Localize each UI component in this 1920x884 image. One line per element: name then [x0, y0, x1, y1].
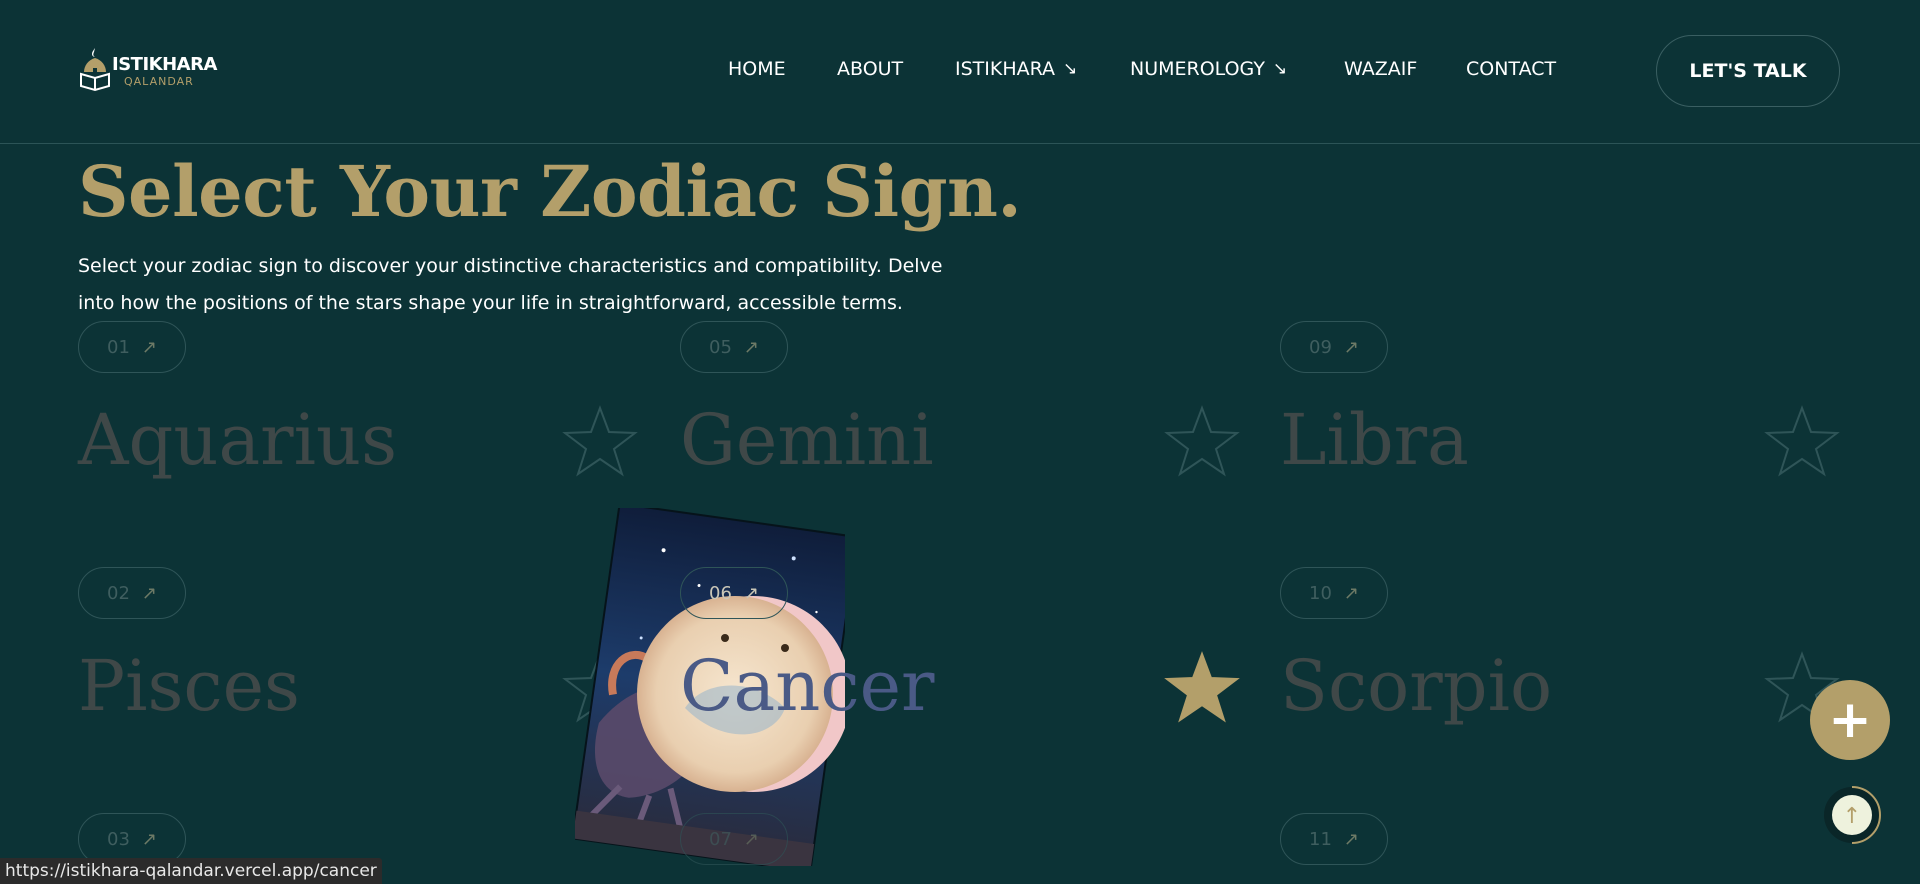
arrow-down-right-icon: ↘ [1063, 59, 1078, 79]
nav-label: WAZAIF [1344, 58, 1418, 80]
page-description: Select your zodiac sign to discover your… [78, 255, 943, 314]
star-filled-icon [1164, 651, 1240, 723]
sign-number-pill[interactable]: 11 ↗ [1280, 813, 1388, 865]
arrow-up-icon: ↑ [1843, 804, 1861, 829]
arrow-up-right-icon: ↗ [1343, 336, 1359, 358]
add-button[interactable]: + [1810, 680, 1890, 760]
nav-label: HOME [728, 58, 786, 80]
star-icon [1764, 405, 1840, 477]
sign-number: 10 [1309, 582, 1332, 604]
nav-contact[interactable]: CONTACT [1466, 58, 1556, 80]
sign-number-pill[interactable]: 05 ↗ [680, 321, 788, 373]
sign-number-pill[interactable]: 07 ↗ [680, 813, 788, 865]
brand-logo[interactable]: ISTIKHARA QALANDAR [78, 46, 217, 92]
sign-name: Aquarius [78, 399, 398, 481]
sign-number-pill[interactable]: 01 ↗ [78, 321, 186, 373]
arrow-up-right-icon: ↗ [1343, 582, 1359, 604]
nav-istikhara[interactable]: ISTIKHARA ↘ [955, 58, 1077, 80]
sign-card-libra[interactable]: 09 ↗ Libra [1280, 321, 1840, 521]
star-icon [562, 405, 638, 477]
sign-number: 05 [709, 336, 732, 358]
sign-card-gemini[interactable]: 05 ↗ Gemini [680, 321, 1240, 521]
lets-talk-button[interactable]: LET'S TALK [1656, 35, 1840, 107]
nav-numerology[interactable]: NUMEROLOGY ↘ [1130, 58, 1287, 80]
sign-card-scorpio[interactable]: 10 ↗ Scorpio [1280, 567, 1840, 767]
nav-label: ABOUT [837, 58, 904, 80]
sign-name: Gemini [680, 399, 934, 481]
sign-card-07[interactable]: 07 ↗ [680, 813, 1240, 865]
sign-number: 01 [107, 336, 130, 358]
sign-number: 03 [107, 828, 130, 850]
arrow-up-right-icon: ↗ [141, 336, 157, 358]
sign-number-pill[interactable]: 10 ↗ [1280, 567, 1388, 619]
sign-name: Scorpio [1280, 645, 1553, 727]
link-status-bar: https://istikhara-qalandar.vercel.app/ca… [0, 858, 382, 884]
sign-number-pill[interactable]: 06 ↗ [680, 567, 788, 619]
arrow-up-right-icon: ↗ [1343, 828, 1359, 850]
sign-number-pill[interactable]: 02 ↗ [78, 567, 186, 619]
page-title: Select Your Zodiac Sign. [78, 150, 1022, 233]
sign-card-cancer[interactable]: 06 ↗ Cancer [680, 567, 1240, 767]
arrow-up-right-icon: ↗ [141, 828, 157, 850]
arrow-down-right-icon: ↘ [1272, 59, 1288, 79]
sign-card-aquarius[interactable]: 01 ↗ Aquarius [78, 321, 638, 521]
nav-about[interactable]: ABOUT [837, 58, 903, 80]
brand-name: ISTIKHARA [112, 54, 217, 75]
sign-number: 07 [709, 828, 732, 850]
star-icon [1164, 405, 1240, 477]
sign-card-11[interactable]: 11 ↗ [1280, 813, 1840, 865]
sign-name: Libra [1280, 399, 1469, 481]
nav-label: ISTIKHARA [955, 58, 1056, 80]
nav-wazaif[interactable]: WAZAIF [1344, 58, 1417, 80]
nav-label: CONTACT [1466, 58, 1557, 80]
arrow-up-right-icon: ↗ [743, 828, 759, 850]
arrow-up-right-icon: ↗ [743, 336, 759, 358]
sign-number-pill[interactable]: 09 ↗ [1280, 321, 1388, 373]
arrow-up-right-icon: ↗ [743, 582, 759, 604]
site-header: ISTIKHARA QALANDAR HOME ABOUT ISTIKHARA ↘… [0, 0, 1920, 144]
sign-number: 06 [709, 582, 732, 604]
sign-name: Pisces [78, 645, 300, 727]
brand-subname: QALANDAR [124, 75, 194, 88]
nav-label: NUMEROLOGY [1130, 58, 1265, 80]
nav-home[interactable]: HOME [728, 58, 786, 80]
arrow-up-right-icon: ↗ [141, 582, 157, 604]
sign-number: 11 [1309, 828, 1332, 850]
sign-number: 02 [107, 582, 130, 604]
scroll-to-top-button[interactable]: ↑ [1822, 785, 1882, 845]
sign-card-pisces[interactable]: 02 ↗ Pisces [78, 567, 638, 767]
sign-number: 09 [1309, 336, 1332, 358]
sign-name: Cancer [680, 645, 935, 727]
mosque-book-logo-icon [80, 48, 110, 92]
